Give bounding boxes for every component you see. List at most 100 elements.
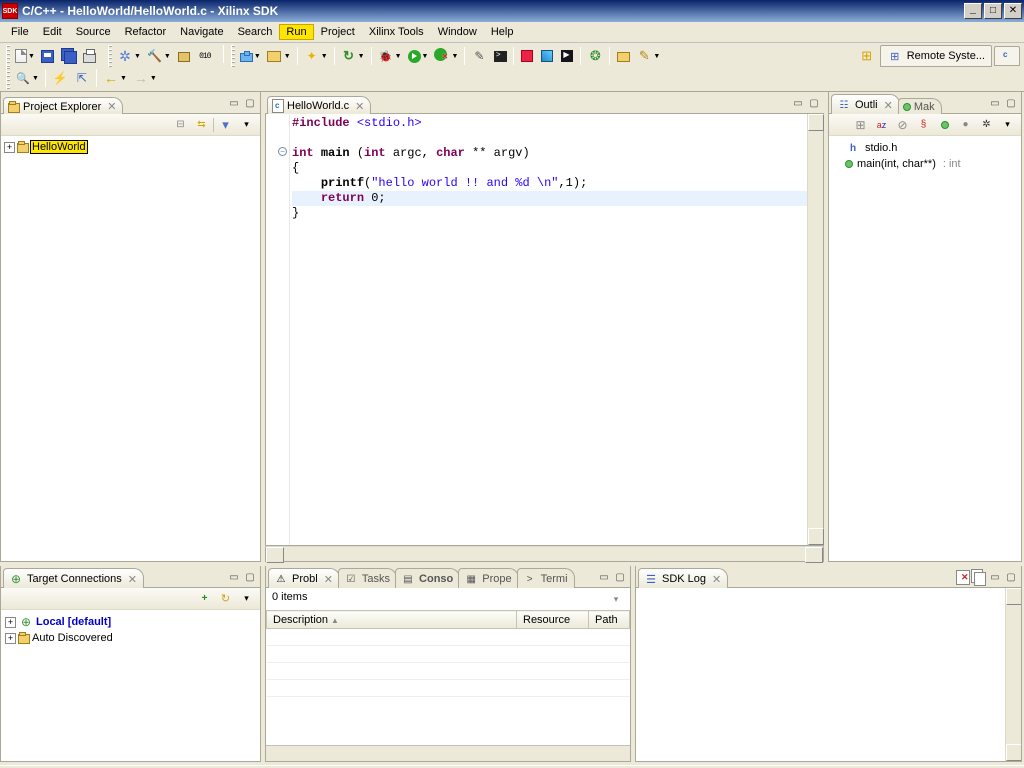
minimize-view-button[interactable] (987, 569, 1003, 585)
outline-item[interactable]: main(int, char**) : int (831, 156, 1019, 172)
menu-refactor[interactable]: Refactor (118, 24, 174, 40)
collapse-all-button[interactable] (171, 116, 190, 134)
menu-help[interactable]: Help (484, 24, 521, 40)
chip-button[interactable] (537, 45, 557, 67)
build-target-button[interactable] (174, 45, 194, 67)
column-description[interactable]: Description▲ (267, 611, 517, 629)
binary-button[interactable] (194, 45, 216, 67)
close-icon[interactable]: ✕ (884, 99, 893, 112)
code-editor[interactable]: #include <stdio.h> int main (int argc, c… (290, 114, 807, 545)
menu-run[interactable]: Run (279, 24, 313, 40)
editor-hscrollbar[interactable] (265, 546, 824, 562)
perspective-cpp-button[interactable] (994, 46, 1020, 66)
project-tree[interactable]: + HelloWorld (1, 136, 260, 158)
close-icon[interactable]: ✕ (107, 100, 116, 113)
sdk-log-tab[interactable]: SDK Log ✕ (638, 568, 728, 588)
refresh-button[interactable]: ▼ (338, 45, 368, 67)
debug-button[interactable]: ▼ (375, 45, 405, 67)
menu-project[interactable]: Project (314, 24, 362, 40)
launch-hw-button[interactable] (557, 45, 577, 67)
build-button[interactable]: ▼ (144, 45, 174, 67)
editor-tab[interactable]: HelloWorld.c ✕ (267, 96, 371, 114)
search-button[interactable]: ▼ (12, 67, 42, 89)
minimize-view-button[interactable] (226, 95, 242, 111)
minimize-view-button[interactable] (226, 569, 242, 585)
view-menu-button[interactable] (237, 590, 256, 608)
build-settings-button[interactable]: ▼ (114, 45, 144, 67)
target-row[interactable]: +Auto Discovered (5, 630, 256, 646)
sdk-log-vscrollbar[interactable] (1005, 588, 1021, 761)
editor-fold-ruler[interactable]: − (276, 114, 290, 545)
tab-probl[interactable]: ⚠Probl✕ (268, 568, 340, 588)
view-menu-button[interactable] (998, 116, 1017, 134)
window-maximize-button[interactable]: □ (984, 3, 1002, 19)
expand-toggle[interactable]: + (5, 617, 16, 628)
copy-log-button[interactable] (971, 569, 987, 585)
save-button[interactable] (38, 45, 58, 67)
link-out-button[interactable] (71, 67, 93, 89)
flash-button[interactable] (49, 67, 71, 89)
tab-conso[interactable]: ▤Conso (395, 568, 460, 588)
menu-navigate[interactable]: Navigate (173, 24, 230, 40)
close-icon[interactable]: ✕ (355, 100, 364, 113)
outline-hide-nonpublic-button[interactable] (935, 116, 954, 134)
run-button[interactable]: ▼ (405, 45, 432, 67)
add-target-button[interactable]: + (195, 590, 214, 608)
maximize-view-button[interactable] (1003, 569, 1019, 585)
fpga-button[interactable] (517, 45, 537, 67)
close-icon[interactable]: ✕ (128, 573, 137, 586)
problems-table[interactable]: Description▲ResourcePath (266, 610, 630, 697)
filter-button[interactable] (216, 116, 235, 134)
minimize-editor-button[interactable] (790, 95, 806, 111)
problems-hscrollbar[interactable] (266, 745, 630, 761)
outline-hide-static-button[interactable]: § (914, 116, 933, 134)
column-resource[interactable]: Resource (517, 611, 589, 629)
close-icon[interactable]: ✕ (324, 573, 333, 586)
sdk-log-text[interactable] (636, 588, 1005, 761)
maximize-view-button[interactable] (242, 95, 258, 111)
snapshot-button[interactable]: ▼ (237, 45, 264, 67)
outline-tab[interactable]: ☷ Outli ✕ (831, 94, 900, 114)
make-tab[interactable]: Mak (898, 98, 942, 114)
web-button[interactable] (584, 45, 606, 67)
target-connections-tab[interactable]: Target Connections ✕ (3, 568, 144, 588)
view-menu-button[interactable] (608, 591, 624, 607)
nav-back-button[interactable]: ▼ (100, 67, 130, 89)
outline-sort-tree-button[interactable] (851, 116, 870, 134)
outline-gear-button[interactable]: ✲ (977, 116, 996, 134)
print-button[interactable] (80, 45, 100, 67)
expand-toggle[interactable]: + (5, 633, 16, 644)
tab-termi[interactable]: >Termi (517, 568, 575, 588)
new-button[interactable]: ▼ (12, 45, 38, 67)
save-all-button[interactable] (58, 45, 80, 67)
tree-row-helloworld[interactable]: + HelloWorld (4, 139, 257, 155)
menu-window[interactable]: Window (431, 24, 484, 40)
outline-item[interactable]: stdio.h (831, 140, 1019, 156)
view-menu-button[interactable] (237, 116, 256, 134)
expand-toggle[interactable]: + (4, 142, 15, 153)
project-explorer-tab[interactable]: Project Explorer ✕ (3, 97, 123, 114)
wand-button[interactable] (468, 45, 490, 67)
terminal-button[interactable] (490, 45, 510, 67)
nav-forward-button[interactable]: ▼ (130, 67, 160, 89)
outline-tree[interactable]: stdio.hmain(int, char**) : int (829, 136, 1021, 176)
tab-tasks[interactable]: ☑Tasks (338, 568, 397, 588)
outline-sort-az-button[interactable] (872, 116, 891, 134)
menu-source[interactable]: Source (69, 24, 118, 40)
menu-search[interactable]: Search (231, 24, 280, 40)
menu-file[interactable]: File (4, 24, 36, 40)
open-perspective-button[interactable] (856, 45, 878, 67)
window-close-button[interactable]: ✕ (1004, 3, 1022, 19)
menu-xilinx-tools[interactable]: Xilinx Tools (362, 24, 431, 40)
refresh-targets-button[interactable] (216, 590, 235, 608)
brush-button[interactable]: ▼ (633, 45, 663, 67)
target-row[interactable]: +Local [default] (5, 614, 256, 630)
outline-hide-inactive-button[interactable]: ● (956, 116, 975, 134)
run-last-button[interactable]: ▼ (431, 45, 461, 67)
maximize-view-button[interactable] (1003, 95, 1019, 111)
minimize-view-button[interactable] (596, 569, 612, 585)
maximize-editor-button[interactable] (806, 95, 822, 111)
outline-hide-fields-button[interactable] (893, 116, 912, 134)
snapshot-folder-button[interactable]: ▼ (264, 45, 294, 67)
tab-prope[interactable]: ▦Prope (458, 568, 518, 588)
